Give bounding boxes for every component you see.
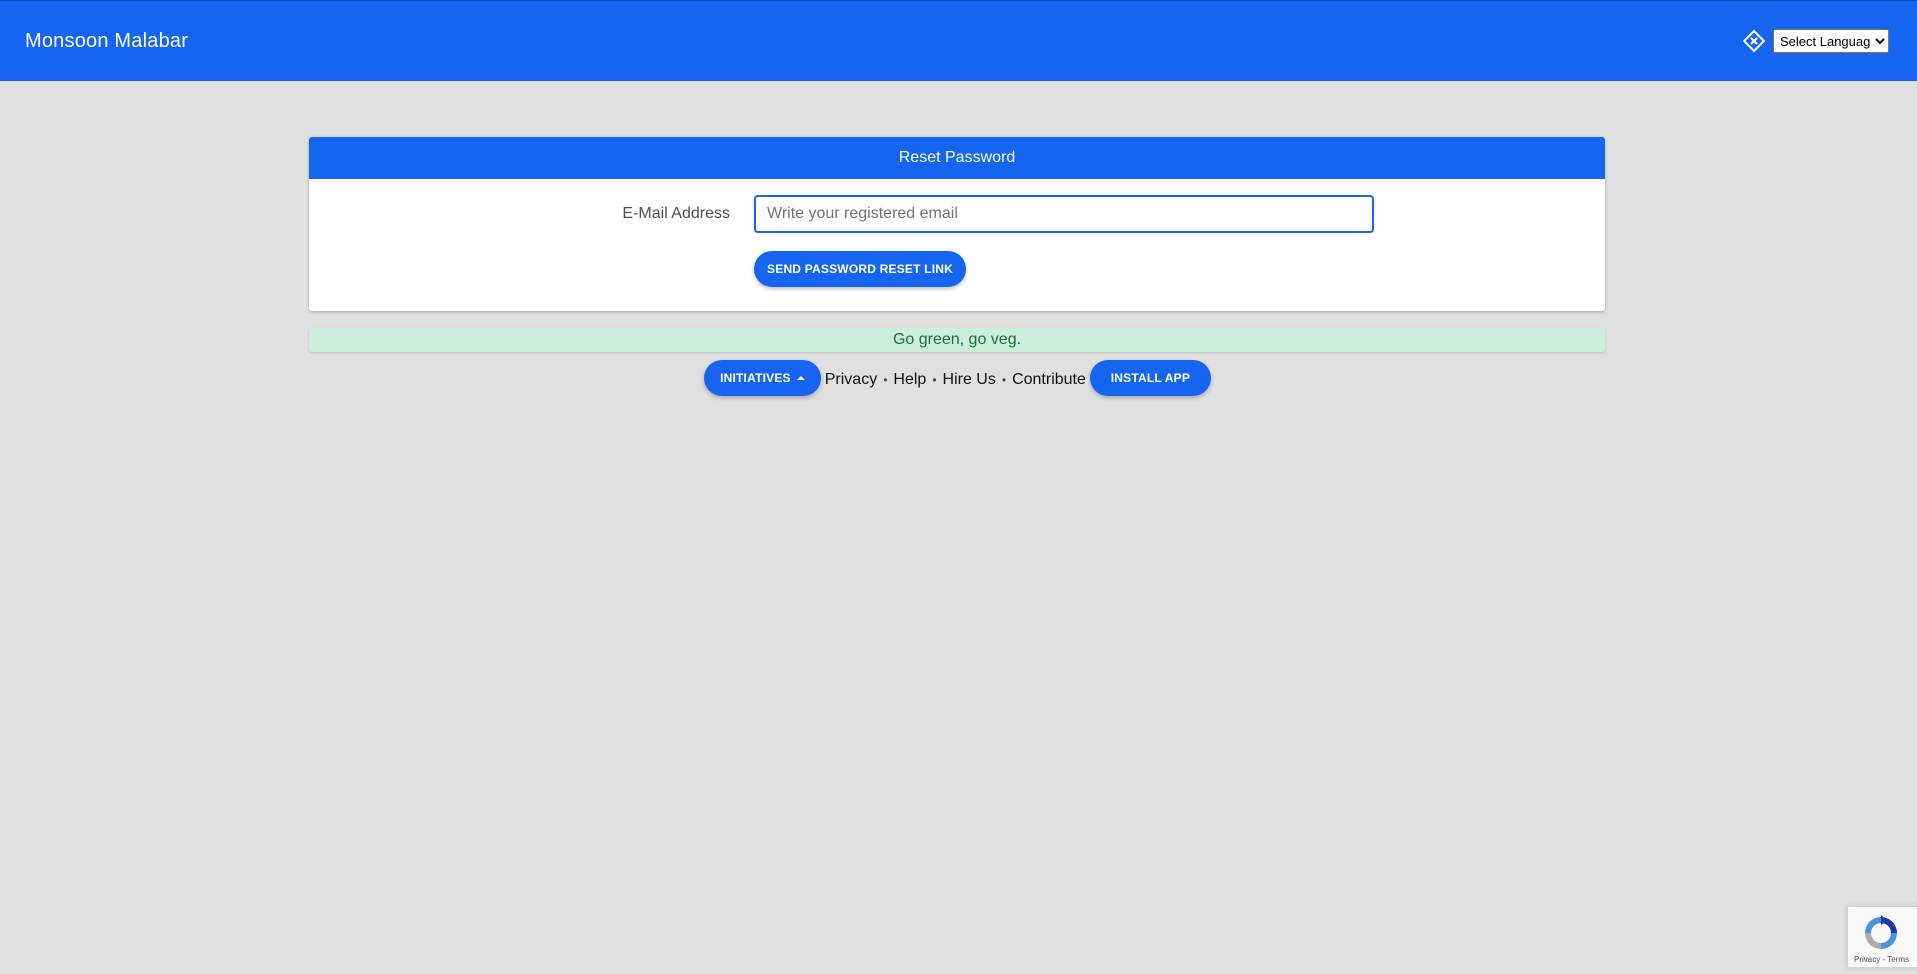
tip-alert: Go green, go veg. xyxy=(309,328,1605,352)
initiatives-label: Initiatives xyxy=(720,371,791,385)
send-reset-link-button[interactable]: Send Password Reset Link xyxy=(754,251,966,287)
card-header: Reset Password xyxy=(309,137,1605,179)
footer-separator: • xyxy=(883,373,888,387)
footer-separator: • xyxy=(1001,373,1007,387)
reset-password-card: Reset Password E-Mail Address Send Passw… xyxy=(309,137,1605,311)
footer-links: Privacy • Help • Hire Us • Contribute xyxy=(825,371,1086,389)
footer-link-hire-us[interactable]: Hire Us xyxy=(943,371,996,389)
recaptcha-privacy-link[interactable]: Privacy xyxy=(1854,955,1880,964)
caret-up-icon xyxy=(796,376,805,380)
footer-separator: • xyxy=(932,373,937,387)
footer-link-help[interactable]: Help xyxy=(893,371,926,389)
recaptcha-separator: - xyxy=(1882,955,1886,964)
language-select[interactable]: Select Language xyxy=(1773,29,1889,53)
footer-link-contribute[interactable]: Contribute xyxy=(1012,371,1086,389)
recaptcha-links: Privacy - Terms xyxy=(1854,955,1909,964)
card-title: Reset Password xyxy=(898,149,1016,166)
install-app-button[interactable]: Install App xyxy=(1089,360,1211,396)
google-translate-icon[interactable] xyxy=(1741,28,1767,54)
initiatives-dropdown-button[interactable]: Initiatives xyxy=(704,360,821,396)
recaptcha-badge[interactable]: Privacy - Terms xyxy=(1847,906,1917,968)
footer: Initiatives Privacy • Help • Hire Us • C… xyxy=(0,360,1917,396)
email-label: E-Mail Address xyxy=(622,205,730,222)
recaptcha-terms-link[interactable]: Terms xyxy=(1887,955,1909,964)
email-input[interactable] xyxy=(754,195,1374,233)
recaptcha-icon xyxy=(1865,915,1897,949)
footer-link-privacy[interactable]: Privacy xyxy=(825,371,877,389)
top-navbar: Monsoon Malabar Select Language xyxy=(0,0,1917,81)
alert-message: Go green, go veg. xyxy=(892,331,1022,348)
brand-link[interactable]: Monsoon Malabar xyxy=(25,30,188,53)
email-form-row: E-Mail Address xyxy=(309,195,1605,233)
language-widget: Select Language xyxy=(1741,28,1889,54)
